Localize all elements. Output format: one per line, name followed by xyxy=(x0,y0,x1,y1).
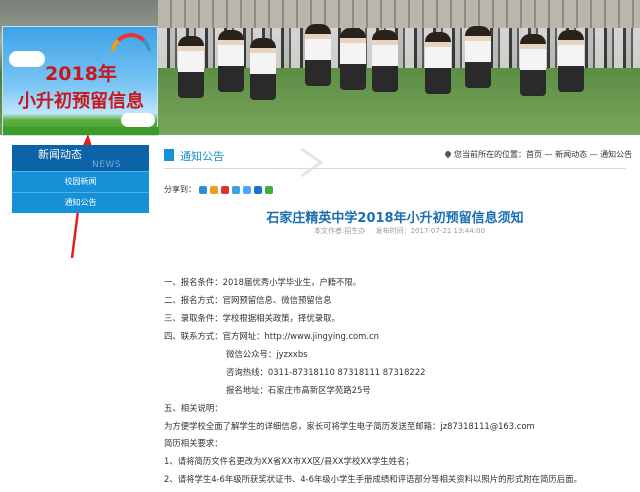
share-label: 分享到： xyxy=(164,185,196,194)
sidebar-heading-label: 新闻动态 xyxy=(38,148,82,161)
sidebar-heading: 新闻动态 NEWS xyxy=(12,145,149,171)
article-author: 本文作者:招生办 xyxy=(314,227,366,235)
share-bar: 分享到： xyxy=(164,184,273,195)
article-line: 简历相关要求： xyxy=(164,438,223,448)
article-title: 石家庄精英中学2018年小升初预留信息须知 xyxy=(266,211,524,226)
article-line: 五、相关说明： xyxy=(164,403,223,413)
sidebar-item-notices[interactable]: 通知公告 xyxy=(12,192,149,213)
share-weibo-icon[interactable] xyxy=(210,185,218,194)
share-qzone-icon[interactable] xyxy=(199,185,207,194)
breadcrumb[interactable]: 您当前所在的位置：首页 — 新闻动态 — 通知公告 xyxy=(443,149,632,160)
article-line: 咨询热线：0311-87318110 87318111 87318222 xyxy=(226,367,426,377)
sidebar: 新闻动态 NEWS 校园新闻 通知公告 xyxy=(12,145,149,213)
article-meta: 本文作者:招生办 发布时间：2017-07-21 13:44:00 xyxy=(314,226,493,236)
article-line: 二、报名方式：官网预留信息、微信预留信息 xyxy=(164,295,332,305)
article-line: 三、录取条件：学校根据相关政策，择优录取。 xyxy=(164,313,340,323)
annotation-arrow xyxy=(70,134,94,259)
article-line: 报名地址：石家庄市高新区学苑路25号 xyxy=(226,385,371,395)
section-title-text: 通知公告 xyxy=(180,150,224,163)
sidebar-item-campus-news[interactable]: 校园新闻 xyxy=(12,171,149,192)
share-renren-icon[interactable] xyxy=(232,185,240,194)
article-line: 一、报名条件：2018届优秀小学毕业生，户籍不限。 xyxy=(164,277,362,287)
article-line: 微信公众号：jyzxxbs xyxy=(226,349,308,359)
article-line: 2、请将学生4-6年级所获奖状证书、4-6年级小学生手册成绩和评语部分等相关资料… xyxy=(164,474,582,484)
breadcrumb-text[interactable]: 您当前所在的位置：首页 — 新闻动态 — 通知公告 xyxy=(454,150,632,159)
divider xyxy=(164,168,626,169)
article-published: 发布时间：2017-07-21 13:44:00 xyxy=(375,227,485,235)
article-line: 为方便学校全面了解学生的详细信息，家长可将学生电子简历发送至邮箱：jz87318… xyxy=(164,421,535,431)
share-wechat-icon[interactable] xyxy=(265,185,273,194)
share-more-icon[interactable] xyxy=(254,185,262,194)
article-line: 1、请将简历文件名更改为XX省XX市XX区/县XX学校XX学生姓名； xyxy=(164,456,414,466)
article-line: 四、联系方式：官方网址：http://www.jingying.com.cn xyxy=(164,331,379,341)
share-douban-icon[interactable] xyxy=(243,185,251,194)
location-pin-icon xyxy=(443,149,453,159)
section-title-marker xyxy=(164,149,174,161)
share-tencent-weibo-icon[interactable] xyxy=(221,185,229,194)
sidebar-heading-en: NEWS xyxy=(92,160,122,170)
